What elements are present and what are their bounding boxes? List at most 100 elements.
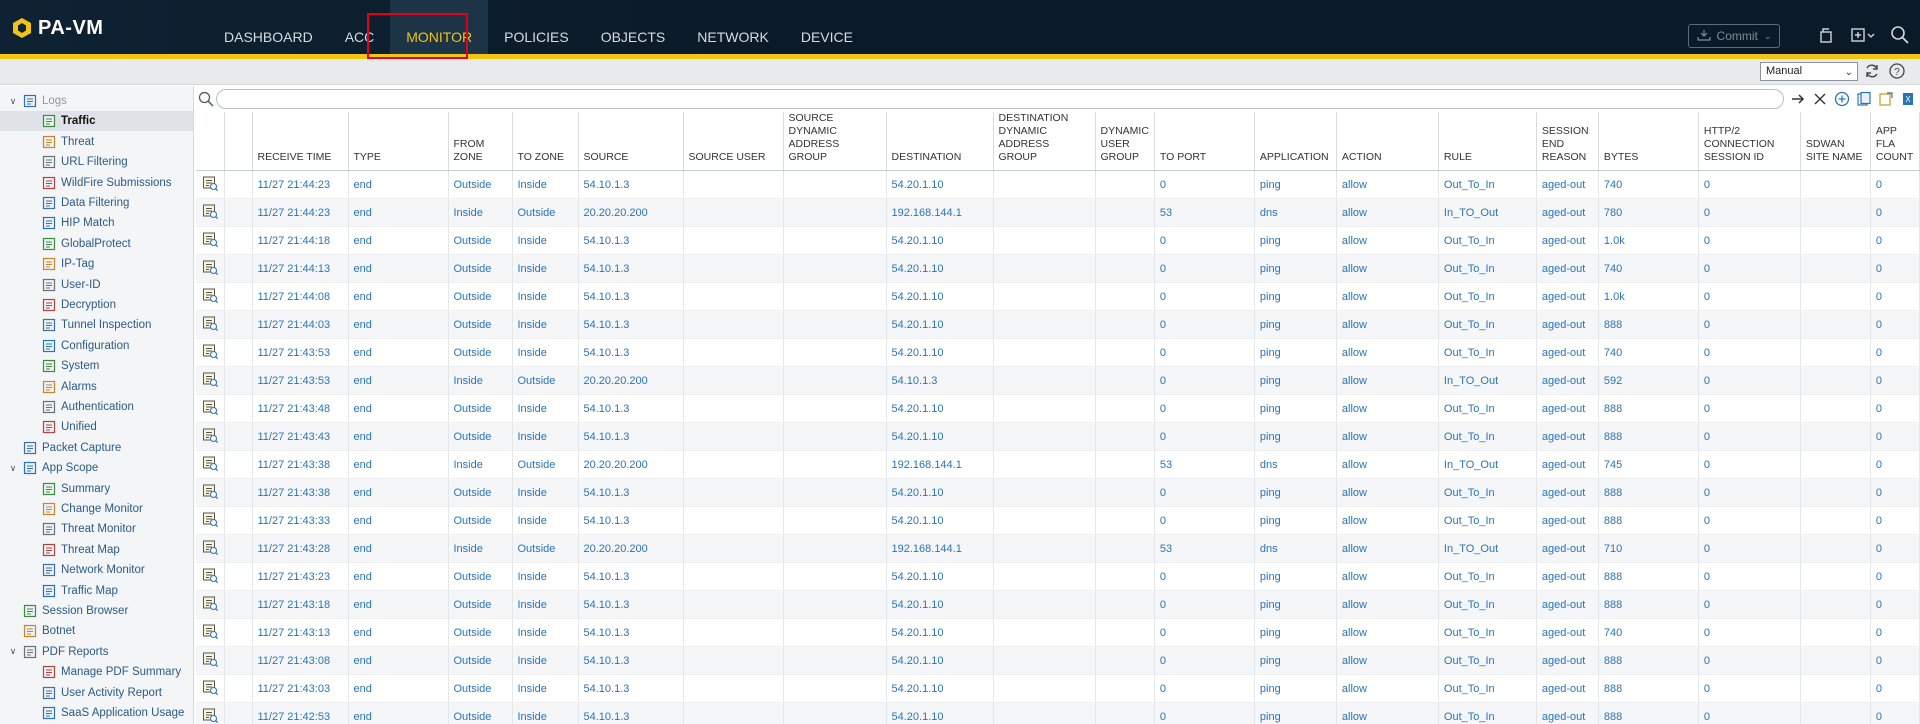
cell-http-2-connection-session-id[interactable]: 0 xyxy=(1698,450,1801,479)
cell-rule[interactable]: Out_To_In xyxy=(1438,478,1537,507)
cell-to-port[interactable]: 0 xyxy=(1154,702,1255,724)
cell-destination[interactable]: 54.20.1.10 xyxy=(886,478,994,507)
cell-app-fla-count[interactable]: 0 xyxy=(1870,394,1920,423)
tab-policies[interactable]: POLICIES xyxy=(488,0,585,54)
cell-source[interactable]: 54.10.1.3 xyxy=(578,506,684,535)
cell-to-zone[interactable]: Inside xyxy=(512,562,579,591)
cell-application[interactable]: ping xyxy=(1254,422,1337,451)
cell-session-end-reason[interactable]: aged-out xyxy=(1536,478,1599,507)
apply-filter-icon[interactable] xyxy=(1790,91,1806,107)
cell-app-fla-count[interactable]: 0 xyxy=(1870,702,1920,724)
cell-action[interactable]: allow xyxy=(1336,254,1439,283)
cell-application[interactable]: dns xyxy=(1254,198,1337,227)
table-row[interactable]: 11/27 21:43:43 end Outside Inside 54.10.1.3 5… xyxy=(196,422,1920,451)
cell-app-fla-count[interactable]: 0 xyxy=(1870,506,1920,535)
sidebar-item-globalprotect[interactable]: GlobalProtect xyxy=(42,234,131,254)
cell-to-zone[interactable]: Inside xyxy=(512,422,579,451)
column-header-app-fla-count[interactable]: APP FLA COUNT xyxy=(1870,112,1920,171)
cell-session-end-reason[interactable]: aged-out xyxy=(1536,450,1599,479)
cell-bytes[interactable]: 888 xyxy=(1598,422,1699,451)
sidebar-item-summary[interactable]: Summary xyxy=(42,479,110,499)
cell-receive-time[interactable]: 11/27 21:44:23 xyxy=(252,198,349,227)
cell-type[interactable]: end xyxy=(348,282,449,311)
cell-to-port[interactable]: 0 xyxy=(1154,618,1255,647)
cell-application[interactable]: ping xyxy=(1254,478,1337,507)
log-detail-icon[interactable] xyxy=(196,394,225,423)
log-detail-icon[interactable] xyxy=(196,226,225,255)
sidebar-item-threat[interactable]: Threat xyxy=(42,132,94,152)
sidebar-item-user-id[interactable]: User-ID xyxy=(42,275,101,295)
cell-rule[interactable]: In_TO_Out xyxy=(1438,534,1537,563)
sidebar-item-unified[interactable]: Unified xyxy=(42,417,97,437)
cell-session-end-reason[interactable]: aged-out xyxy=(1536,534,1599,563)
cell-bytes[interactable]: 1.0k xyxy=(1598,226,1699,255)
column-header-receive-time[interactable]: RECEIVE TIME xyxy=(252,112,349,171)
cell-source[interactable]: 54.10.1.3 xyxy=(578,338,684,367)
cell-app-fla-count[interactable]: 0 xyxy=(1870,254,1920,283)
cell-source[interactable]: 54.10.1.3 xyxy=(578,254,684,283)
cell-app-fla-count[interactable]: 0 xyxy=(1870,450,1920,479)
table-row[interactable]: 11/27 21:42:53 end Outside Inside 54.10.1.3 5… xyxy=(196,702,1920,724)
cell-session-end-reason[interactable]: aged-out xyxy=(1536,366,1599,395)
clear-filter-icon[interactable] xyxy=(1812,91,1828,107)
cell-receive-time[interactable]: 11/27 21:43:33 xyxy=(252,506,349,535)
sidebar-item-ip-tag[interactable]: IP-Tag xyxy=(42,254,94,274)
cell-destination[interactable]: 54.20.1.10 xyxy=(886,338,994,367)
cell-action[interactable]: allow xyxy=(1336,338,1439,367)
cell-from-zone[interactable]: Outside xyxy=(448,254,513,283)
cell-to-port[interactable]: 0 xyxy=(1154,254,1255,283)
cell-from-zone[interactable]: Inside xyxy=(448,534,513,563)
cell-bytes[interactable]: 888 xyxy=(1598,478,1699,507)
cell-to-zone[interactable]: Inside xyxy=(512,310,579,339)
table-row[interactable]: 11/27 21:44:03 end Outside Inside 54.10.1.3 5… xyxy=(196,310,1920,339)
cell-destination[interactable]: 192.168.144.1 xyxy=(886,198,994,227)
cell-receive-time[interactable]: 11/27 21:43:23 xyxy=(252,562,349,591)
cell-to-port[interactable]: 0 xyxy=(1154,394,1255,423)
cell-source[interactable]: 54.10.1.3 xyxy=(578,562,684,591)
cell-destination[interactable]: 54.20.1.10 xyxy=(886,226,994,255)
cell-to-zone[interactable]: Outside xyxy=(512,450,579,479)
cell-destination[interactable]: 54.20.1.10 xyxy=(886,674,994,703)
column-header-source[interactable]: SOURCE xyxy=(578,112,684,171)
table-row[interactable]: 11/27 21:43:18 end Outside Inside 54.10.1.3 5… xyxy=(196,590,1920,619)
cell-bytes[interactable]: 888 xyxy=(1598,590,1699,619)
sidebar-item-logs[interactable]: ∨ Logs xyxy=(8,91,67,111)
cell-action[interactable]: allow xyxy=(1336,478,1439,507)
cell-http-2-connection-session-id[interactable]: 0 xyxy=(1698,702,1801,724)
sidebar-item-packet-capture[interactable]: Packet Capture xyxy=(8,438,121,458)
tab-monitor[interactable]: MONITOR xyxy=(390,0,489,54)
cell-destination[interactable]: 54.20.1.10 xyxy=(886,646,994,675)
column-header-destination-dynamic-address-group[interactable]: DESTINATION DYNAMIC ADDRESS GROUP xyxy=(993,112,1096,171)
column-header-from-zone[interactable]: FROM ZONE xyxy=(448,112,513,171)
search-icon[interactable] xyxy=(1890,25,1910,45)
load-filter-icon[interactable] xyxy=(1878,91,1894,107)
cell-type[interactable]: end xyxy=(348,618,449,647)
cell-receive-time[interactable]: 11/27 21:44:18 xyxy=(252,226,349,255)
column-header-source-dynamic-address-group[interactable]: SOURCE DYNAMIC ADDRESS GROUP xyxy=(783,112,887,171)
cell-receive-time[interactable]: 11/27 21:43:08 xyxy=(252,646,349,675)
cell-app-fla-count[interactable]: 0 xyxy=(1870,590,1920,619)
cell-rule[interactable]: Out_To_In xyxy=(1438,422,1537,451)
cell-to-zone[interactable]: Inside xyxy=(512,618,579,647)
table-row[interactable]: 11/27 21:43:28 end Inside Outside 20.20.20.2… xyxy=(196,534,1920,563)
cell-session-end-reason[interactable]: aged-out xyxy=(1536,646,1599,675)
cell-app-fla-count[interactable]: 0 xyxy=(1870,674,1920,703)
cell-action[interactable]: allow xyxy=(1336,618,1439,647)
table-row[interactable]: 11/27 21:44:23 end Inside Outside 20.20.20.2… xyxy=(196,198,1920,227)
tab-network[interactable]: NETWORK xyxy=(681,0,785,54)
cell-receive-time[interactable]: 11/27 21:43:28 xyxy=(252,534,349,563)
lock-config-icon[interactable] xyxy=(1816,25,1836,45)
cell-from-zone[interactable]: Outside xyxy=(448,394,513,423)
log-filter-input[interactable] xyxy=(216,89,1784,109)
table-row[interactable]: 11/27 21:43:53 end Outside Inside 54.10.1.3 5… xyxy=(196,338,1920,367)
cell-app-fla-count[interactable]: 0 xyxy=(1870,562,1920,591)
cell-rule[interactable]: In_TO_Out xyxy=(1438,366,1537,395)
column-header-to-zone[interactable]: TO ZONE xyxy=(512,112,579,171)
cell-application[interactable]: ping xyxy=(1254,562,1337,591)
cell-session-end-reason[interactable]: aged-out xyxy=(1536,394,1599,423)
cell-session-end-reason[interactable]: aged-out xyxy=(1536,226,1599,255)
cell-session-end-reason[interactable]: aged-out xyxy=(1536,590,1599,619)
cell-to-port[interactable]: 0 xyxy=(1154,226,1255,255)
cell-to-port[interactable]: 0 xyxy=(1154,478,1255,507)
cell-source[interactable]: 54.10.1.3 xyxy=(578,646,684,675)
